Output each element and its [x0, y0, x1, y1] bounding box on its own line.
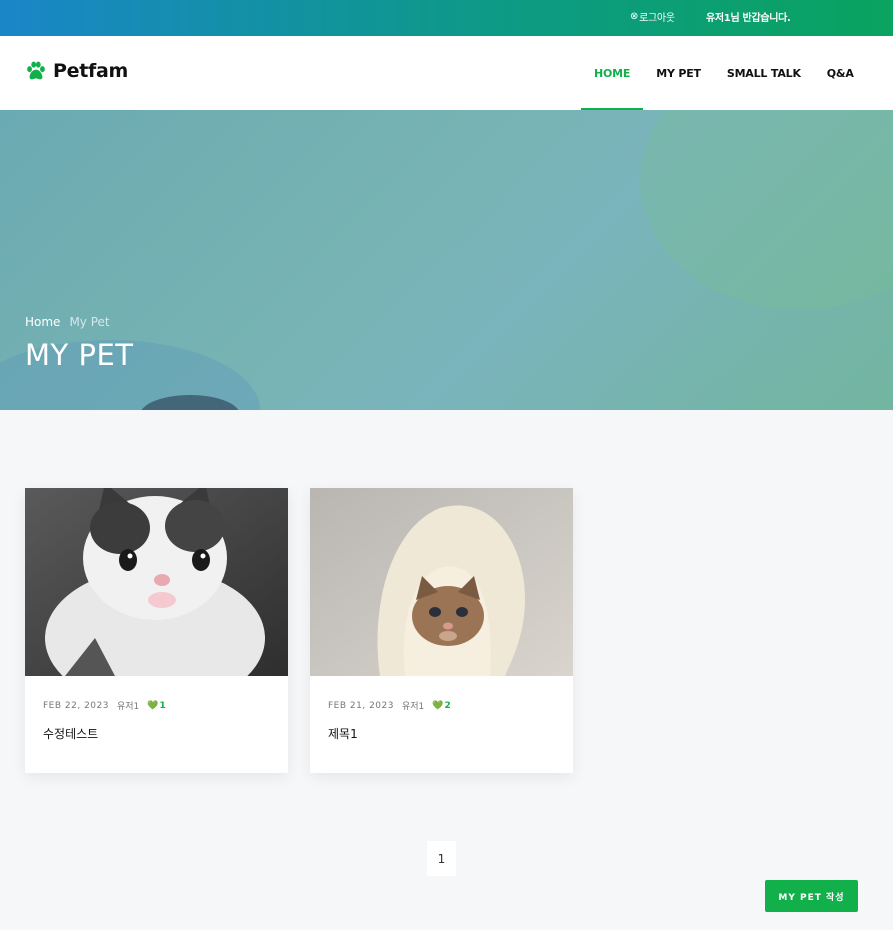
post-card[interactable]: FEB 22, 2023 유저1 💚 1 수정테스트 — [25, 488, 288, 773]
logout-link[interactable]: ⊗ 로그아웃 — [630, 9, 675, 24]
nav-small-talk[interactable]: SMALL TALK — [714, 36, 814, 110]
breadcrumb-current: My Pet — [69, 315, 110, 329]
like-count: 1 — [159, 700, 166, 711]
brand-name: Petfam — [53, 60, 128, 82]
kitten-photo — [310, 488, 573, 676]
page-title: MY PET — [25, 338, 134, 372]
nav-my-pet[interactable]: MY PET — [643, 36, 714, 110]
main-nav: HOME MY PET SMALL TALK Q&A — [581, 36, 867, 110]
brand-logo[interactable]: Petfam — [25, 60, 128, 82]
post-meta: FEB 22, 2023 유저1 💚 1 — [43, 699, 166, 713]
post-author: 유저1 — [116, 702, 140, 712]
post-author: 유저1 — [401, 702, 425, 712]
write-post-button[interactable]: MY PET 작성 — [765, 880, 858, 912]
post-image[interactable] — [25, 488, 288, 676]
post-title[interactable]: 제목1 — [328, 725, 358, 742]
site-header: Petfam HOME MY PET SMALL TALK Q&A — [0, 36, 893, 110]
like-count: 2 — [444, 700, 451, 711]
post-meta: FEB 21, 2023 유저1 💚 2 — [328, 699, 451, 713]
breadcrumb: Home My Pet — [25, 315, 110, 329]
post-likes: 💚 2 — [432, 701, 450, 711]
breadcrumb-home[interactable]: Home — [25, 315, 60, 329]
logout-icon: ⊗ — [630, 11, 639, 22]
logout-label: 로그아웃 — [639, 13, 675, 24]
pagination-page[interactable]: 1 — [427, 841, 456, 876]
nav-qa[interactable]: Q&A — [814, 36, 867, 110]
heart-icon: 💚 — [432, 700, 444, 711]
top-bar: ⊗ 로그아웃 유저1님 반갑습니다. — [0, 0, 893, 36]
nav-home[interactable]: HOME — [581, 36, 644, 110]
welcome-message: 유저1님 반갑습니다. — [706, 13, 791, 24]
post-title[interactable]: 수정테스트 — [43, 725, 98, 742]
heart-icon: 💚 — [147, 700, 159, 711]
post-card[interactable]: FEB 21, 2023 유저1 💚 2 제목1 — [310, 488, 573, 773]
hero-decoration — [640, 110, 893, 310]
kitten-photo — [25, 488, 288, 676]
post-date: FEB 22, 2023 — [43, 700, 109, 711]
post-likes: 💚 1 — [147, 701, 165, 711]
paw-icon — [27, 61, 45, 80]
post-image[interactable] — [310, 488, 573, 676]
post-date: FEB 21, 2023 — [328, 700, 394, 711]
hero-banner: Home My Pet MY PET — [0, 110, 893, 410]
